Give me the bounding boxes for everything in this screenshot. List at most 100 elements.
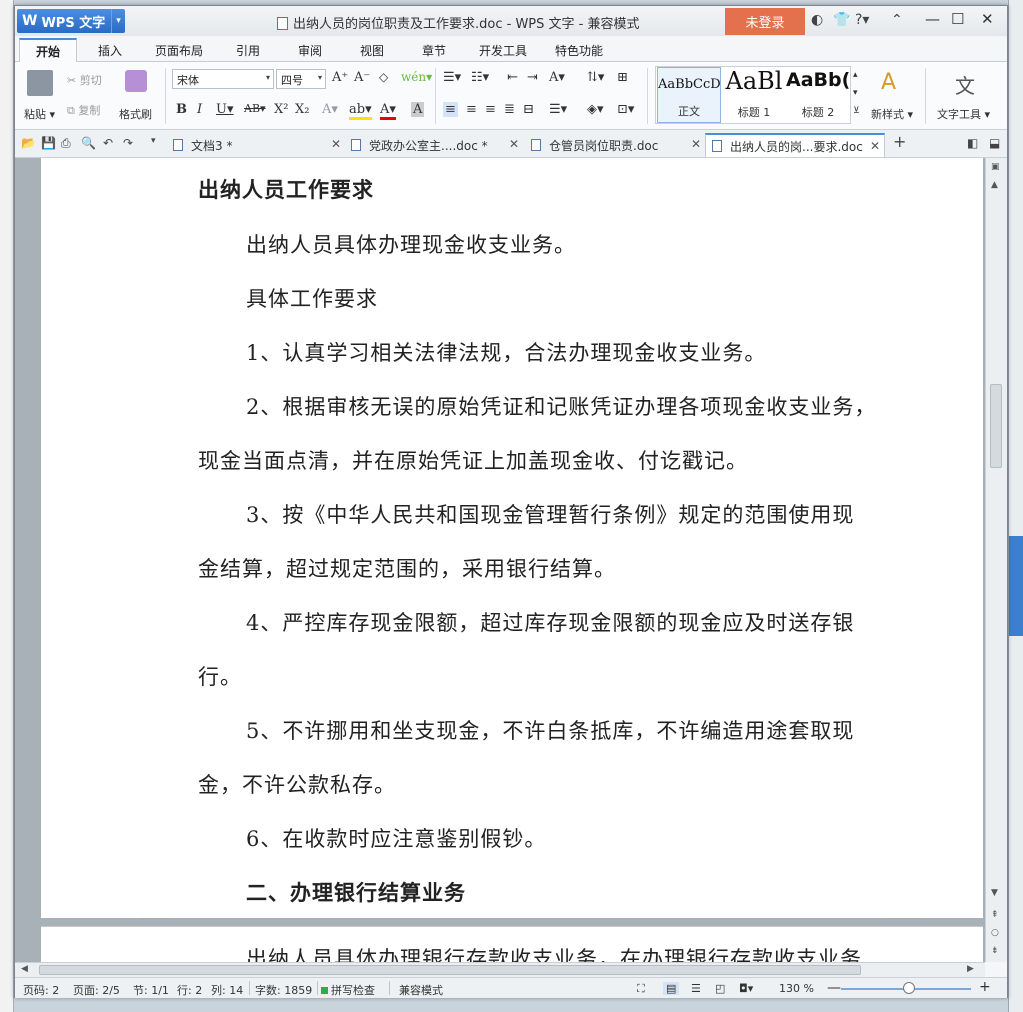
zoom-in-icon[interactable]: + <box>979 979 991 995</box>
login-button[interactable]: 未登录 <box>725 8 805 35</box>
close-tab-icon[interactable]: ✕ <box>509 137 519 151</box>
document-page-next[interactable]: 出纳人员具体办理银行存款收支业务，在办理银行存款收支业务 <box>41 926 983 962</box>
tab-home[interactable]: 开始 <box>19 38 77 63</box>
tab-chapter[interactable]: 章节 <box>422 42 446 59</box>
align-center-icon[interactable]: ≡ <box>466 102 477 117</box>
new-style-button[interactable]: 新样式 ▾ <box>871 106 913 122</box>
paste-icon[interactable] <box>27 70 53 96</box>
skin-icon[interactable]: ◐ <box>811 12 823 28</box>
copy-button[interactable]: ⧉ 复制 <box>67 102 100 118</box>
text-tools-button[interactable]: 文字工具 ▾ <box>937 106 990 122</box>
close-icon[interactable]: ✕ <box>981 10 994 28</box>
status-word-count[interactable]: 字数: 1859 <box>255 982 312 998</box>
zoom-slider-knob[interactable] <box>903 982 915 994</box>
sort-icon[interactable]: ⇅▾ <box>587 70 604 85</box>
font-size-select[interactable]: 四号 ▾ <box>276 69 326 89</box>
style-expand-icon[interactable]: ⊻ <box>853 106 860 116</box>
tab-insert[interactable]: 插入 <box>98 42 122 59</box>
horizontal-scroll-thumb[interactable] <box>39 965 861 975</box>
shading-icon[interactable]: ◈▾ <box>587 102 604 117</box>
italic-icon[interactable]: I <box>197 102 202 117</box>
numbered-list-icon[interactable]: ☷▾ <box>471 70 489 85</box>
next-page-icon[interactable]: ⇟ <box>991 946 999 956</box>
paste-button[interactable]: 粘贴 ▾ <box>24 106 55 122</box>
collapse-ribbon-icon[interactable]: ⌃ <box>891 12 903 28</box>
undo-icon[interactable]: ↶ <box>103 136 113 150</box>
clear-format-icon[interactable]: ◇ <box>379 70 388 84</box>
char-scaling-icon[interactable]: A▾ <box>549 70 565 85</box>
minimize-icon[interactable]: — <box>925 10 940 28</box>
align-left-icon[interactable]: ≡ <box>443 102 458 117</box>
line-spacing-icon[interactable]: ☰▾ <box>549 102 567 117</box>
new-tab-icon[interactable]: + <box>893 132 906 151</box>
font-name-select[interactable]: 宋体 ▾ <box>172 69 274 89</box>
shirt-icon[interactable]: 👕 <box>833 12 850 28</box>
redo-icon[interactable]: ↷ <box>123 136 133 150</box>
style-heading-2[interactable]: AaBb( 标题 2 <box>786 67 850 123</box>
zoom-out-icon[interactable]: — <box>827 980 841 996</box>
scroll-left-icon[interactable]: ◀ <box>21 964 28 974</box>
tab-settings-icon[interactable]: ⬓ <box>989 136 1000 150</box>
fullscreen-icon[interactable]: ⛶ <box>637 982 645 996</box>
open-icon[interactable]: 📂 <box>21 136 36 150</box>
horizontal-scrollbar[interactable]: ◀ ▶ <box>15 962 985 977</box>
highlight-icon[interactable]: ab▾ <box>349 102 372 120</box>
bold-icon[interactable]: B <box>176 102 187 117</box>
tab-review[interactable]: 审阅 <box>298 42 322 59</box>
align-right-icon[interactable]: ≡ <box>485 102 496 117</box>
document-page[interactable]: 出纳人员工作要求 出纳人员具体办理现金收支业务。 具体工作要求 1、认真学习相关… <box>41 158 983 918</box>
scroll-up-icon[interactable]: ▲ <box>991 180 998 190</box>
new-style-icon[interactable]: A <box>881 70 907 96</box>
decrease-indent-icon[interactable]: ⇤ <box>507 70 518 85</box>
justify-icon[interactable]: ≣ <box>504 102 515 117</box>
tab-references[interactable]: 引用 <box>236 42 260 59</box>
superscript-icon[interactable]: X² <box>274 102 288 117</box>
text-tools-icon[interactable]: 文 <box>955 70 981 98</box>
close-tab-icon[interactable]: ✕ <box>691 137 701 151</box>
close-tab-icon[interactable]: ✕ <box>331 137 341 151</box>
page-view-icon[interactable]: ▤ <box>663 982 680 995</box>
spell-check-button[interactable]: 拼写检查 <box>321 982 375 998</box>
quick-access-menu-icon[interactable]: ▾ <box>151 136 156 146</box>
subscript-icon[interactable]: X₂ <box>295 102 309 117</box>
strikethrough-icon[interactable]: AB▾ <box>244 102 266 115</box>
web-view-icon[interactable]: ◰ <box>715 982 725 995</box>
close-tab-icon[interactable]: ✕ <box>870 139 880 153</box>
select-browse-icon[interactable]: ○ <box>991 928 999 938</box>
tab-developer[interactable]: 开发工具 <box>479 42 527 59</box>
border-icon[interactable]: ⊡▾ <box>617 102 634 117</box>
app-menu-button[interactable]: W WPS 文字 ▾ <box>17 9 125 33</box>
zoom-level[interactable]: 130 % <box>779 982 814 995</box>
doc-tab-4-active[interactable]: 出纳人员的岗...要求.doc ✕ <box>705 133 885 157</box>
underline-icon[interactable]: U▾ <box>216 102 233 117</box>
prev-page-icon[interactable]: ⇞ <box>991 910 999 920</box>
save-icon[interactable]: 💾 <box>41 136 56 150</box>
reading-view-icon[interactable]: ◘▾ <box>739 982 753 995</box>
style-scroll-down-icon[interactable]: ▾ <box>853 88 858 98</box>
scroll-down-icon[interactable]: ▼ <box>991 888 998 898</box>
outline-view-icon[interactable]: ☰ <box>691 982 701 995</box>
table-icon[interactable]: ⊞ <box>617 70 628 85</box>
split-view-icon[interactable]: ▣ <box>991 162 1000 172</box>
tab-page-layout[interactable]: 页面布局 <box>155 42 203 59</box>
print-icon[interactable]: ⎙ <box>61 136 71 151</box>
help-icon[interactable]: ?▾ <box>855 12 869 28</box>
char-shading-icon[interactable]: A <box>411 102 425 117</box>
vertical-scrollbar[interactable]: ▣ ▲ ▼ ⇞ ○ ⇟ <box>985 158 1007 962</box>
pinyin-icon[interactable]: wén▾ <box>401 70 432 84</box>
doc-tab-1[interactable]: 文档3 * ✕ <box>167 133 345 157</box>
maximize-icon[interactable]: ☐ <box>951 10 964 28</box>
font-color-icon[interactable]: A▾ <box>380 102 396 120</box>
increase-indent-icon[interactable]: ⇥ <box>527 70 538 85</box>
cut-button[interactable]: ✂ 剪切 <box>67 72 102 88</box>
chevron-down-icon[interactable]: ▾ <box>111 9 125 33</box>
tab-view[interactable]: 视图 <box>360 42 384 59</box>
scroll-right-icon[interactable]: ▶ <box>967 964 974 974</box>
format-painter-button[interactable]: 格式刷 <box>119 106 152 122</box>
doc-tab-2[interactable]: 党政办公室主....doc * ✕ <box>345 133 523 157</box>
distribute-icon[interactable]: ⊟ <box>523 102 534 117</box>
style-normal[interactable]: AaBbCcD 正文 <box>657 67 721 123</box>
tab-list-icon[interactable]: ◧ <box>967 136 978 150</box>
vertical-scroll-thumb[interactable] <box>990 384 1002 468</box>
style-scroll-up-icon[interactable]: ▴ <box>853 70 858 80</box>
